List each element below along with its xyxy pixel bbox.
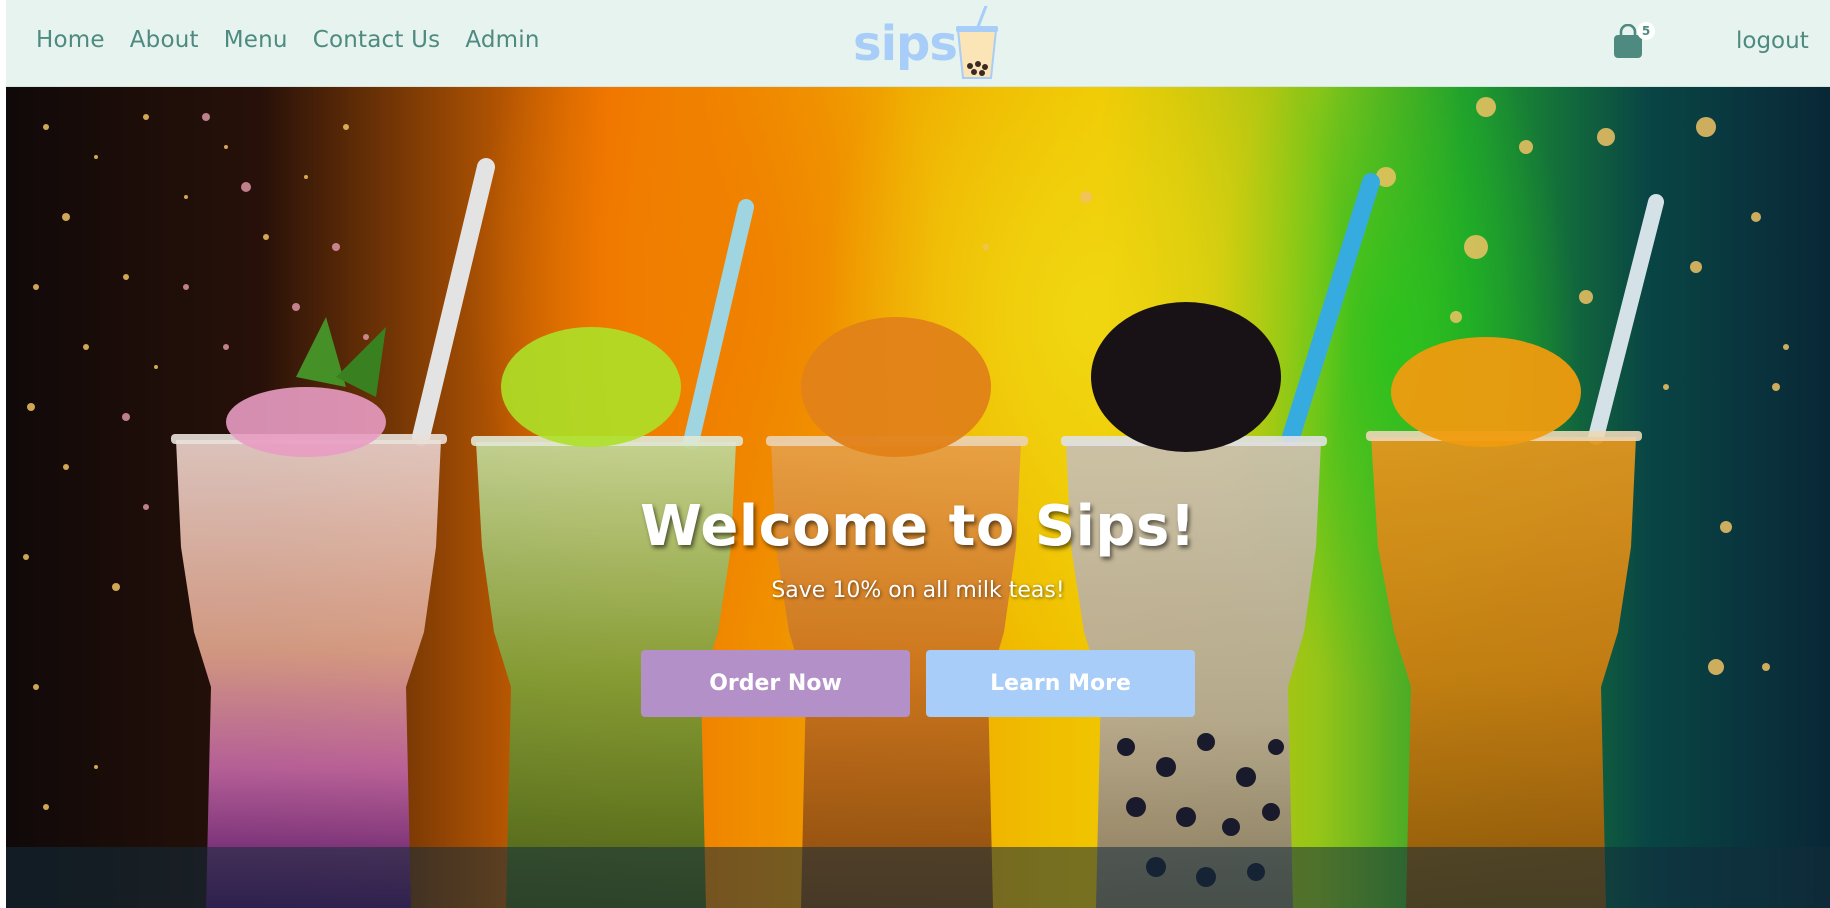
order-now-button[interactable]: Order Now	[641, 650, 910, 717]
site-logo[interactable]: sips	[849, 6, 1009, 82]
hero-banner: Welcome to Sips! Save 10% on all milk te…	[6, 87, 1830, 908]
nav-links: Home About Menu Contact Us Admin	[36, 27, 565, 53]
nav-link-menu[interactable]: Menu	[224, 27, 288, 53]
nav-link-admin[interactable]: Admin	[465, 27, 539, 53]
hero-subtitle: Save 10% on all milk teas!	[771, 578, 1065, 603]
nav-link-about[interactable]: About	[130, 27, 199, 53]
boba-cup-icon	[956, 6, 998, 79]
logo-text: sips	[853, 16, 958, 72]
top-navbar: Home About Menu Contact Us Admin sips 5 …	[6, 0, 1830, 87]
nav-link-contact-us[interactable]: Contact Us	[313, 27, 441, 53]
logout-link[interactable]: logout	[1736, 28, 1809, 54]
cart-button[interactable]: 5	[1612, 22, 1656, 62]
learn-more-button[interactable]: Learn More	[926, 650, 1195, 717]
cart-count-badge: 5	[1637, 22, 1655, 40]
hero-title: Welcome to Sips!	[640, 494, 1196, 559]
nav-link-home[interactable]: Home	[36, 27, 105, 53]
